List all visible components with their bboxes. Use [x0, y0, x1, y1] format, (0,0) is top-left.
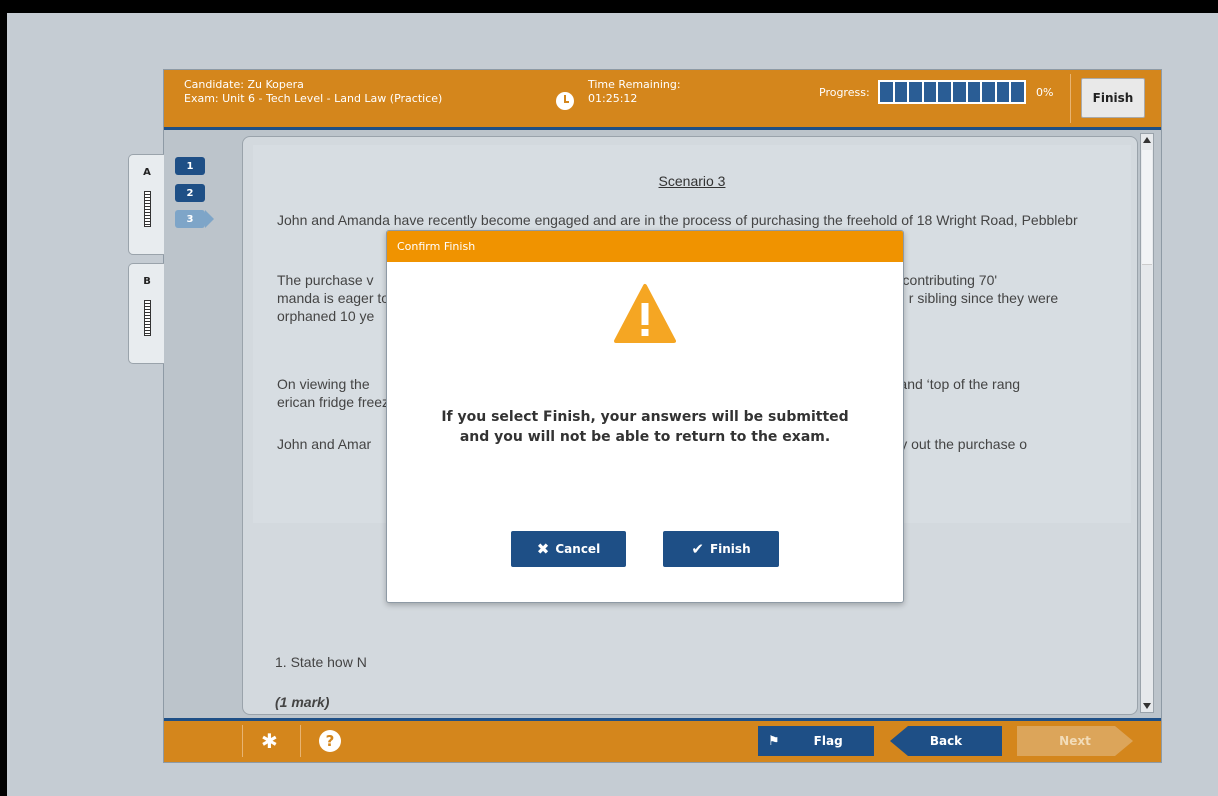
question-nav-3[interactable]: 3 — [175, 210, 214, 228]
section-tab-label: B — [143, 276, 151, 287]
progress-bar — [878, 80, 1026, 104]
confirm-finish-label: Finish — [709, 542, 751, 556]
content-scrollbar[interactable] — [1140, 133, 1154, 713]
question-text: 1. State how N — [275, 654, 367, 670]
question-nav-2[interactable]: 2 — [175, 184, 205, 202]
section-tab-a[interactable]: A — [128, 154, 164, 255]
confirm-finish-dialog: Confirm Finish If you select Finish, you… — [386, 230, 904, 603]
cancel-label: Cancel — [555, 542, 601, 556]
section-progress-icon — [144, 300, 151, 336]
back-button[interactable]: Back — [890, 726, 1002, 756]
dialog-message: If you select Finish, your answers will … — [387, 407, 903, 447]
footer-bar: ✱ ? ⚑ Flag Back Next — [164, 718, 1161, 762]
next-button[interactable]: Next — [1017, 726, 1133, 756]
header-bar: Candidate: Zu Kopera Exam: Unit 6 - Tech… — [164, 70, 1161, 130]
time-value: 01:25:12 — [588, 92, 638, 105]
scenario-paragraph: John and Amanda have recently become eng… — [277, 212, 1078, 228]
header-divider — [1070, 74, 1071, 123]
flag-button[interactable]: ⚑ Flag — [758, 726, 874, 756]
scroll-thumb[interactable] — [1142, 150, 1152, 265]
gear-icon[interactable]: ✱ — [261, 731, 278, 751]
footer-divider — [242, 725, 243, 757]
dialog-message-line: and you will not be able to return to th… — [459, 429, 831, 445]
scroll-up-icon[interactable] — [1143, 137, 1151, 143]
flag-icon: ⚑ — [768, 733, 780, 749]
section-tab-b[interactable]: B — [128, 263, 164, 364]
warning-icon — [614, 284, 676, 343]
finish-button[interactable]: Finish — [1081, 78, 1145, 118]
scroll-down-icon[interactable] — [1143, 703, 1151, 709]
help-icon[interactable]: ? — [319, 730, 341, 752]
dialog-message-line: If you select Finish, your answers will … — [441, 409, 849, 425]
question-nav-1[interactable]: 1 — [175, 157, 205, 175]
footer-divider — [300, 725, 301, 757]
progress-label: Progress: — [819, 86, 870, 99]
mark-allocation: (1 mark) — [275, 694, 330, 710]
candidate-name: Candidate: Zu Kopera — [184, 78, 304, 91]
section-progress-icon — [144, 191, 151, 227]
check-icon: ✔ — [691, 540, 704, 558]
flag-label: Flag — [813, 734, 843, 748]
section-tab-label: A — [143, 167, 151, 178]
exam-name: Exam: Unit 6 - Tech Level - Land Law (Pr… — [184, 92, 443, 105]
dialog-title: Confirm Finish — [387, 231, 903, 262]
close-icon: ✖ — [536, 540, 550, 558]
time-label: Time Remaining: — [588, 78, 681, 91]
cancel-button[interactable]: ✖ Cancel — [511, 531, 626, 567]
candidate-info: Candidate: Zu Kopera Exam: Unit 6 - Tech… — [184, 78, 442, 106]
time-remaining: Time Remaining: 01:25:12 — [588, 78, 681, 106]
clock-icon — [556, 92, 574, 110]
scenario-title: Scenario 3 — [658, 173, 726, 189]
progress-percent: 0% — [1036, 86, 1054, 99]
confirm-finish-button[interactable]: ✔ Finish — [663, 531, 779, 567]
